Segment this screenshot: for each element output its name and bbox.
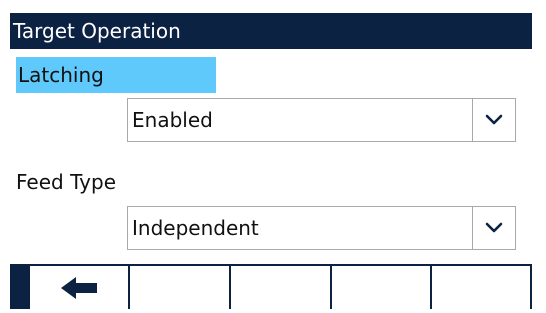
screen-bottom-edge (0, 309, 546, 313)
target-operation-screen: Target Operation Latching Enabled Feed T… (0, 0, 546, 313)
softkey-bar (10, 264, 532, 313)
feed-type-label: Feed Type (16, 170, 117, 194)
chevron-down-icon[interactable] (473, 99, 515, 141)
feed-type-select[interactable]: Independent (127, 206, 516, 250)
latching-select[interactable]: Enabled (127, 98, 516, 142)
softkey-back[interactable] (30, 266, 128, 313)
softkey-2[interactable] (130, 266, 229, 313)
chevron-down-icon[interactable] (473, 207, 515, 249)
latching-label[interactable]: Latching (16, 57, 216, 93)
softkey-3[interactable] (231, 266, 330, 313)
softkey-4[interactable] (332, 266, 430, 313)
latching-select-value: Enabled (132, 108, 213, 132)
softkey-5[interactable] (432, 266, 530, 313)
back-arrow-icon (59, 275, 99, 305)
page-title-bar: Target Operation (10, 13, 532, 49)
page-title: Target Operation (13, 19, 181, 43)
feed-type-select-value: Independent (132, 216, 259, 240)
